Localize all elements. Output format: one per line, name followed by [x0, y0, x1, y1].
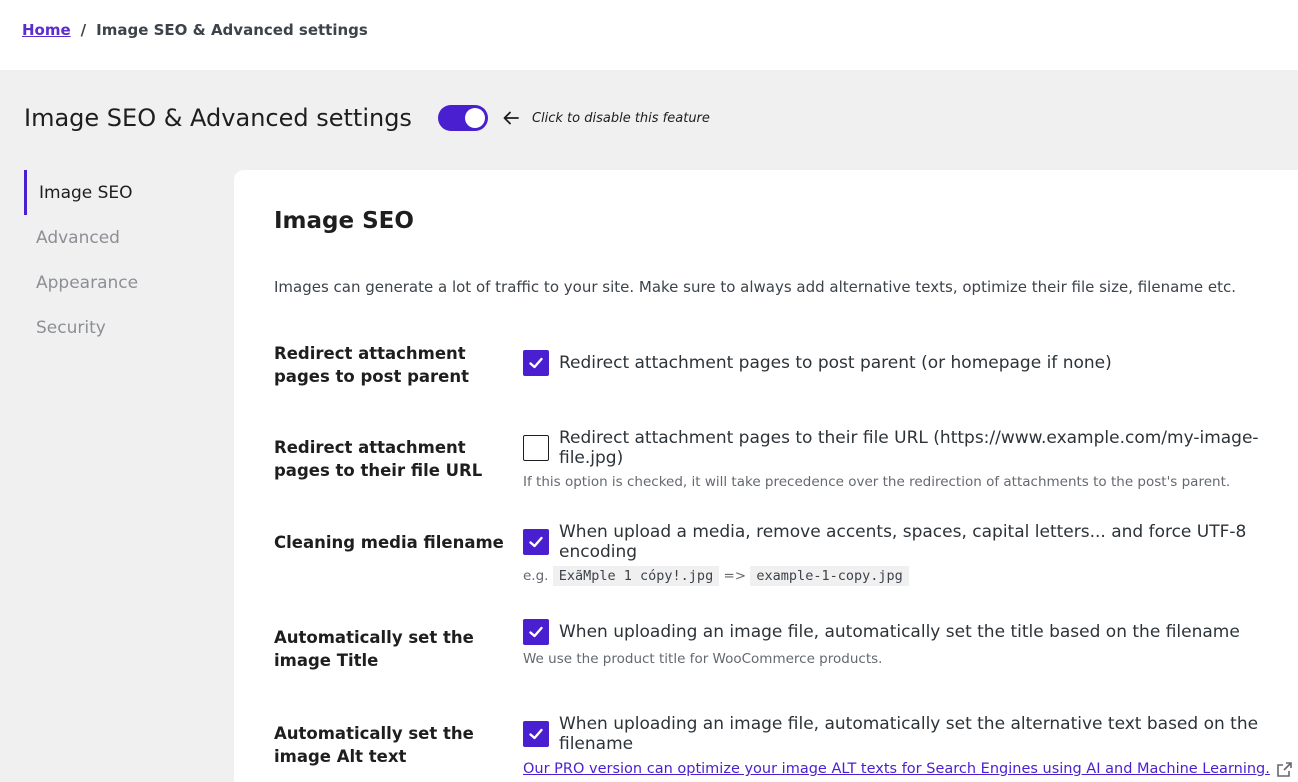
example-prefix: e.g.: [523, 568, 549, 584]
setting-label: Automatically set the image Alt text: [274, 724, 474, 766]
pro-link-text: Our PRO version can optimize your image …: [523, 761, 1270, 777]
sidebar-item-advanced[interactable]: Advanced: [24, 215, 214, 260]
sidebar-item-security[interactable]: Security: [24, 305, 214, 350]
breadcrumb-home-link[interactable]: Home: [22, 21, 71, 39]
toggle-hint: Click to disable this feature: [531, 110, 710, 126]
panel-title: Image SEO: [274, 208, 414, 234]
panel-intro: Images can generate a lot of traffic to …: [274, 278, 1237, 296]
image-title-checkbox[interactable]: [523, 619, 549, 645]
breadcrumb: Home / Image SEO & Advanced settings: [22, 21, 368, 39]
sidebar-item-image-seo[interactable]: Image SEO: [24, 170, 214, 215]
checkmark-icon: [529, 626, 543, 638]
sidebar-item-appearance[interactable]: Appearance: [24, 260, 214, 305]
toggle-knob: [464, 108, 485, 128]
pro-version-link[interactable]: Our PRO version can optimize your image …: [523, 761, 1293, 778]
page-header: Image SEO & Advanced settings Click to d…: [24, 104, 710, 132]
setting-description: If this option is checked, it will take …: [523, 474, 1231, 490]
settings-sidebar: Image SEO Advanced Appearance Security: [24, 170, 214, 350]
image-alt-checkbox[interactable]: [523, 721, 549, 747]
setting-label: Redirect attachment pages to their file …: [274, 438, 483, 480]
checkmark-icon: [529, 536, 543, 548]
example-arrow: =>: [723, 568, 747, 584]
setting-option-text: When uploading an image file, automatica…: [559, 622, 1240, 642]
setting-label: Redirect attachment pages to post parent: [274, 344, 469, 386]
setting-option-text: When upload a media, remove accents, spa…: [559, 522, 1247, 562]
setting-label: Automatically set the image Title: [274, 628, 474, 670]
top-bar: Home / Image SEO & Advanced settings: [0, 0, 1298, 70]
redirect-parent-checkbox[interactable]: [523, 350, 549, 376]
setting-option-text: Redirect attachment pages to their file …: [559, 428, 1259, 468]
example-before: ExãMple 1 cópy!.jpg: [552, 566, 720, 586]
breadcrumb-separator: /: [80, 21, 87, 39]
setting-option-text: When uploading an image file, automatica…: [559, 714, 1259, 754]
feature-toggle[interactable]: [437, 105, 488, 131]
filename-example: e.g. ExãMple 1 cópy!.jpg => example-1-co…: [523, 566, 1294, 586]
checkmark-icon: [529, 357, 543, 369]
example-after: example-1-copy.jpg: [750, 566, 909, 586]
page-title: Image SEO & Advanced settings: [24, 104, 412, 132]
cleaning-filename-checkbox[interactable]: [523, 529, 549, 555]
external-link-icon: [1277, 761, 1292, 777]
checkmark-icon: [529, 728, 543, 740]
setting-label: Cleaning media filename: [274, 533, 504, 552]
breadcrumb-current: Image SEO & Advanced settings: [96, 21, 368, 39]
redirect-file-url-checkbox[interactable]: [523, 435, 549, 461]
setting-option-text: Redirect attachment pages to post parent…: [559, 353, 1112, 373]
settings-panel: Image SEO Images can generate a lot of t…: [234, 170, 1298, 782]
setting-description: We use the product title for WooCommerce…: [523, 651, 883, 667]
arrow-left-icon: [503, 111, 519, 125]
